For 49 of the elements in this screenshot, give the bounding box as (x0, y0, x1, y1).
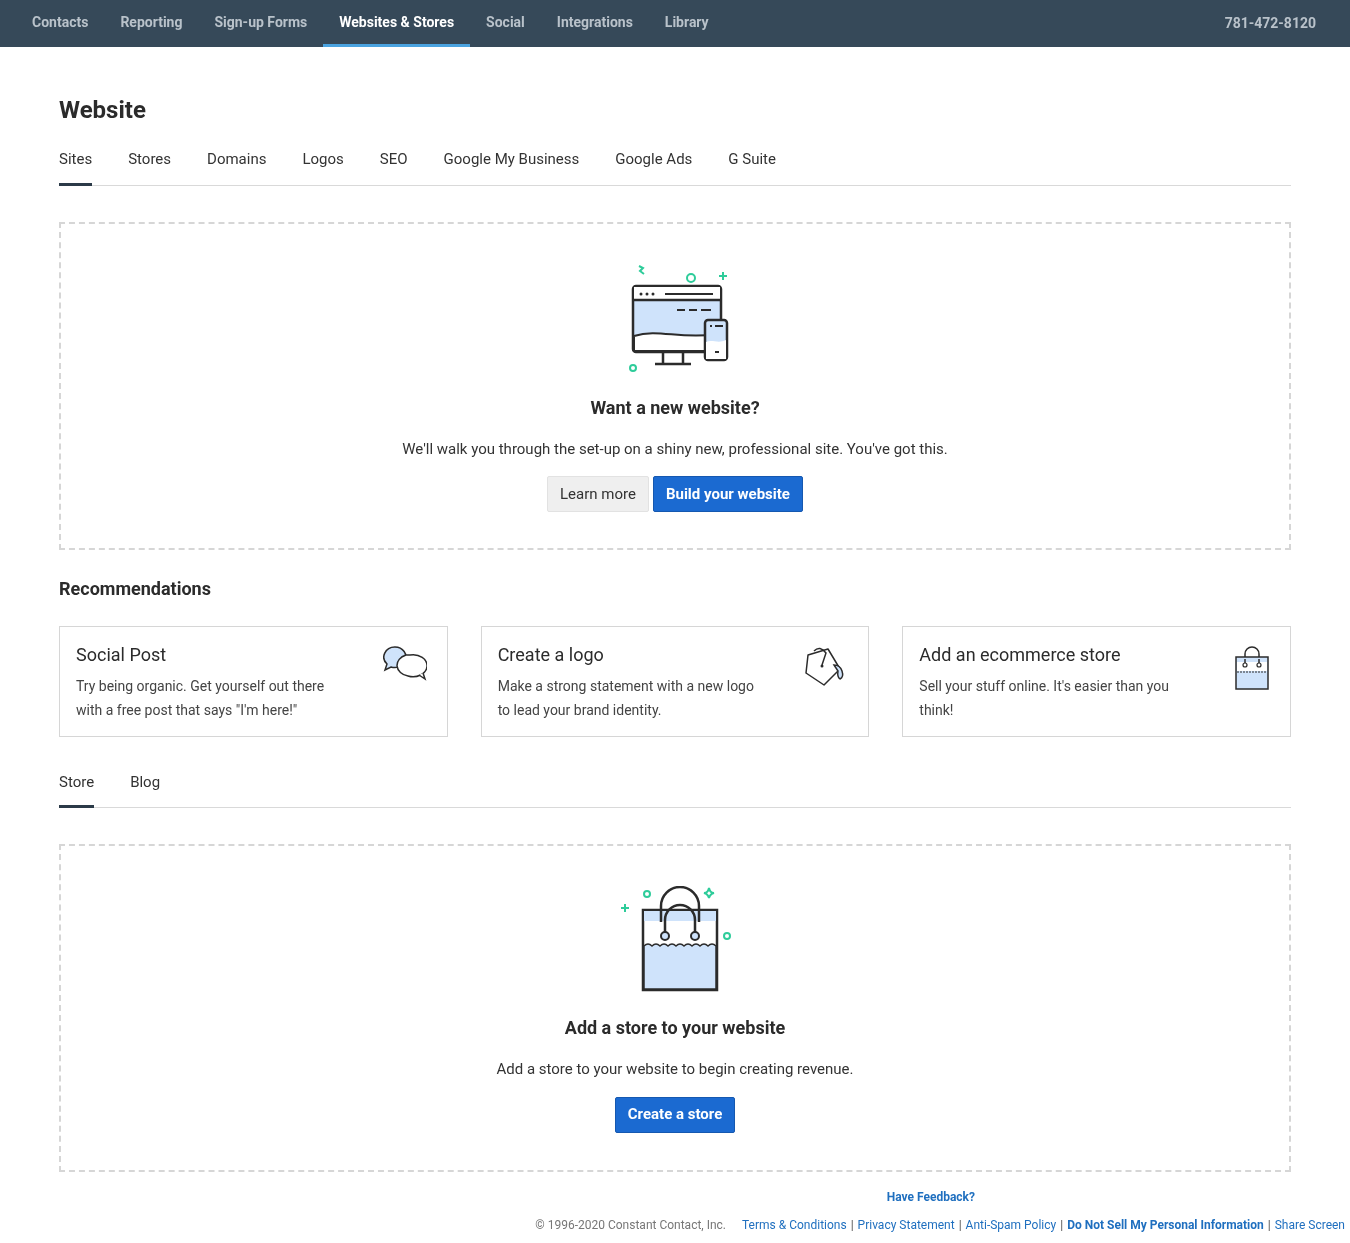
nav-link[interactable]: Contacts (16, 0, 105, 47)
footer-link[interactable]: Do Not Sell My Personal Information (1067, 1216, 1264, 1234)
tab[interactable]: Google My Business (443, 148, 580, 186)
nav-link[interactable]: Social (470, 0, 541, 47)
tab[interactable]: SEO (379, 148, 408, 186)
panel-heading: Want a new website? (590, 395, 760, 420)
nav-link[interactable]: Library (648, 0, 725, 47)
separator: | (958, 1217, 962, 1234)
nav-link[interactable]: Integrations (540, 0, 649, 47)
nav-link[interactable]: Sign-up Forms (198, 0, 324, 47)
copyright-text: © 1996-2020 Constant Contact, Inc. (535, 1217, 727, 1234)
secondary-button[interactable]: Learn more (547, 476, 649, 512)
recommendation-card[interactable]: Social Post Try being organic. Get yourself out there with a free post that says "I'm here!" (59, 625, 448, 737)
card-title: Social Post (76, 642, 168, 667)
footer-link[interactable]: Privacy Statement (857, 1216, 955, 1234)
phone-number: 781-472-8120 (1224, 14, 1316, 33)
panel-description: We'll walk you through the set-up on a shiny new, professional site. You've got this. (402, 438, 948, 460)
card-description: Make a strong statement with a new logo to lead your brand identity. (497, 676, 755, 720)
separator: | (850, 1217, 854, 1234)
tab[interactable]: Stores (128, 148, 172, 186)
recommendation-card[interactable]: Create a logo Make a strong statement with a new logo to lead your brand identity. (480, 625, 870, 737)
separator: | (1060, 1217, 1064, 1234)
nav-link[interactable]: Reporting (104, 0, 199, 47)
tab[interactable]: G Suite (728, 148, 776, 186)
tab[interactable]: Sites (59, 148, 93, 186)
footer-link[interactable]: Anti-Spam Policy (965, 1216, 1057, 1234)
section-title: Recommendations (59, 576, 212, 601)
footer-link[interactable]: Share Screen (1274, 1216, 1345, 1234)
primary-button[interactable]: Create a store (614, 1096, 736, 1133)
footer-link[interactable]: Terms & Conditions (742, 1216, 847, 1234)
primary-button[interactable]: Build your website (652, 476, 803, 512)
card-title: Add an ecommerce store (919, 642, 1122, 667)
nav-link[interactable]: Websites & Stores (323, 0, 471, 47)
shopping-bag-icon (1234, 644, 1270, 691)
tab[interactable]: Store (59, 770, 95, 808)
tab[interactable]: Logos (302, 148, 344, 186)
panel-heading: Add a store to your website (564, 1016, 786, 1040)
tab[interactable]: Domains (207, 148, 267, 186)
card-title: Create a logo (497, 642, 605, 667)
recommendation-card[interactable]: Add an ecommerce store Sell your stuff online. It's easier than you think! (902, 625, 1291, 737)
tab[interactable]: Blog (130, 770, 161, 808)
card-description: Sell your stuff online. It's easier than you think! (919, 676, 1170, 720)
page-title: Website (59, 95, 147, 126)
card-description: Try being organic. Get yourself out there with a free post that says "I'm here!" (76, 676, 326, 720)
feedback-link[interactable]: Have Feedback? (886, 1188, 975, 1206)
tab[interactable]: Google Ads (615, 148, 693, 186)
panel-description: Add a store to your website to begin creating revenue. (496, 1059, 854, 1080)
separator: | (1267, 1217, 1271, 1234)
chat-bubbles-icon (382, 644, 427, 681)
